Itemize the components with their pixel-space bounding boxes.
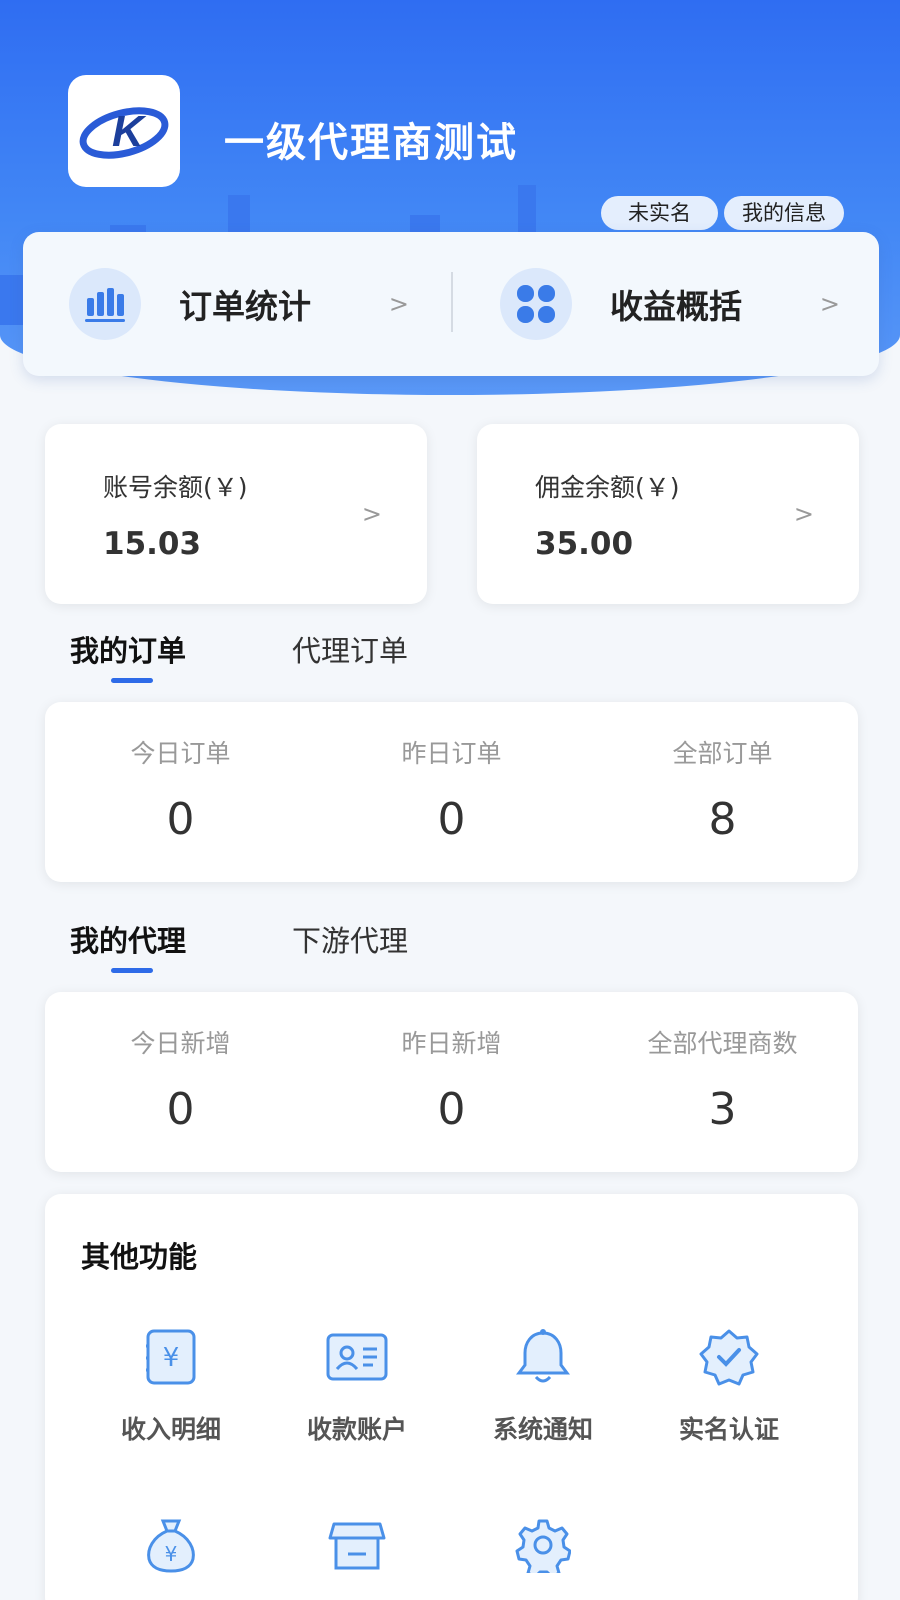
all-orders-stat[interactable]: 全部订单 8 [587, 702, 858, 882]
chevron-right-icon: > [361, 500, 382, 528]
agent-stats-card: 今日新增 0 昨日新增 0 全部代理商数 3 [45, 992, 858, 1172]
order-stats-label: 订单统计 [179, 287, 311, 326]
commission-balance-value: 35.00 [535, 526, 634, 562]
store-icon [324, 1512, 390, 1578]
income-detail-icon: ¥ [138, 1324, 204, 1390]
commission-balance-card[interactable]: 佣金余额(￥) 35.00 > [477, 424, 859, 604]
active-tab-indicator [111, 678, 153, 683]
stat-value: 3 [708, 1084, 737, 1135]
stat-label: 今日新增 [130, 1029, 231, 1058]
grid-icon [500, 268, 572, 340]
my-info-button[interactable]: 我的信息 [724, 196, 844, 230]
yesterday-orders-stat[interactable]: 昨日订单 0 [316, 702, 587, 882]
tab-my-orders[interactable]: 我的订单 [70, 628, 186, 670]
page-title: 一级代理商测试 [224, 120, 518, 166]
function-label: 收入明细 [120, 1415, 221, 1444]
tab-agent-orders[interactable]: 代理订单 [292, 628, 408, 670]
money-bag-icon: ¥ [138, 1512, 204, 1578]
commission-balance-label: 佣金余额(￥) [535, 473, 680, 502]
tab-my-agents[interactable]: 我的代理 [70, 918, 186, 960]
agents-tabs: 我的代理 下游代理 [70, 918, 770, 974]
order-stats-card: 今日订单 0 昨日订单 0 全部订单 8 [45, 702, 858, 882]
svg-text:K: K [112, 107, 147, 156]
section-title: 其他功能 [81, 1240, 198, 1274]
app-logo: K [68, 75, 180, 187]
account-card-icon [324, 1324, 390, 1390]
bell-icon [510, 1324, 576, 1390]
verified-badge-icon [696, 1324, 762, 1390]
order-stats-link[interactable]: 订单统计 > [69, 232, 429, 376]
stat-label: 今日订单 [130, 739, 231, 768]
payment-account-button[interactable]: 收款账户 [264, 1324, 450, 1446]
stat-value: 0 [437, 1084, 466, 1135]
today-orders-stat[interactable]: 今日订单 0 [45, 702, 316, 882]
tab-downstream-agents[interactable]: 下游代理 [292, 918, 408, 960]
function-label: 收款账户 [306, 1415, 407, 1444]
quick-links-card: 订单统计 > 收益概括 > [23, 232, 879, 376]
stat-label: 昨日新增 [401, 1029, 502, 1058]
chevron-right-icon: > [819, 290, 840, 318]
total-agents-stat[interactable]: 全部代理商数 3 [587, 992, 858, 1172]
stat-label: 全部订单 [672, 739, 773, 768]
real-name-verify-button[interactable]: 实名认证 [636, 1324, 822, 1446]
divider [451, 272, 453, 332]
earnings-overview-label: 收益概括 [610, 287, 742, 326]
k-logo-icon: K [79, 107, 169, 159]
today-new-agents-stat[interactable]: 今日新增 0 [45, 992, 316, 1172]
stat-label: 全部代理商数 [647, 1029, 798, 1058]
chevron-right-icon: > [793, 500, 814, 528]
function-button-6[interactable] [264, 1512, 450, 1598]
active-tab-indicator [111, 968, 153, 973]
earnings-overview-link[interactable]: 收益概括 > [500, 232, 860, 376]
system-notice-button[interactable]: 系统通知 [450, 1324, 636, 1446]
yesterday-new-agents-stat[interactable]: 昨日新增 0 [316, 992, 587, 1172]
other-functions-card: 其他功能 ¥ 收入明细 收款账户 系统通知 实名认证 ¥ [45, 1194, 858, 1600]
stat-value: 8 [708, 794, 737, 845]
account-balance-card[interactable]: 账号余额(￥) 15.03 > [45, 424, 427, 604]
stat-value: 0 [437, 794, 466, 845]
stat-value: 0 [166, 794, 195, 845]
function-label: 实名认证 [678, 1415, 779, 1444]
gear-icon [510, 1512, 576, 1578]
account-balance-value: 15.03 [103, 526, 202, 562]
stat-value: 0 [166, 1084, 195, 1135]
svg-text:¥: ¥ [165, 1542, 178, 1566]
bar-chart-icon [69, 268, 141, 340]
function-button-7[interactable] [450, 1512, 636, 1598]
stat-label: 昨日订单 [401, 739, 502, 768]
orders-tabs: 我的订单 代理订单 [70, 628, 770, 684]
chevron-right-icon: > [388, 290, 409, 318]
svg-text:¥: ¥ [163, 1343, 180, 1373]
income-detail-button[interactable]: ¥ 收入明细 [78, 1324, 264, 1446]
account-balance-label: 账号余额(￥) [103, 473, 248, 502]
realname-status-badge[interactable]: 未实名 [601, 196, 718, 230]
function-label: 系统通知 [492, 1415, 593, 1444]
function-button-5[interactable]: ¥ [78, 1512, 264, 1598]
